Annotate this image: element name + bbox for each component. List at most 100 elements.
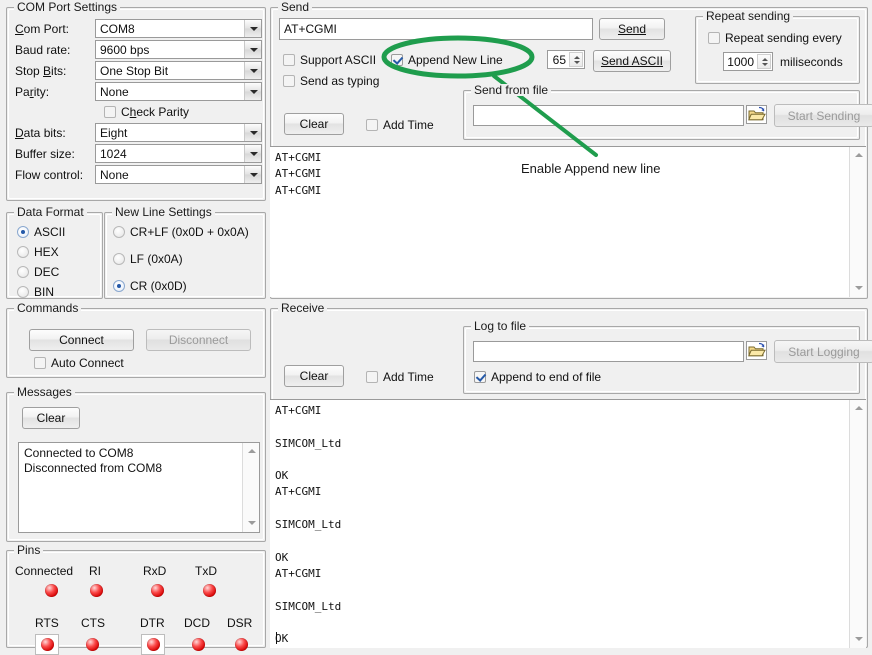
com-port-combo[interactable]: COM8 (95, 19, 262, 38)
disconnect-button[interactable]: Disconnect (146, 329, 251, 351)
log-file-path-input[interactable] (473, 341, 744, 362)
pin-led-dtr (147, 638, 160, 651)
data-format-title: Data Format (14, 206, 87, 218)
receive-title: Receive (278, 302, 327, 314)
scroll-down-icon[interactable] (243, 515, 260, 532)
ascii-count-spinner[interactable]: 65 (547, 50, 585, 69)
send-clear-button[interactable]: Clear (284, 113, 344, 135)
repeat-sending-title: Repeat sending (703, 10, 793, 22)
pin-led-dsr (235, 638, 248, 651)
chevron-down-icon[interactable] (244, 41, 261, 58)
com-port-settings-group: COM Port Settings Com Port: COM8 Baud ra… (6, 7, 266, 201)
checkbox-box (708, 32, 720, 44)
pin-led-cts (86, 638, 99, 651)
append-end-of-file-label: Append to end of file (491, 370, 601, 384)
scroll-up-icon[interactable] (850, 147, 866, 164)
flow-control-combo[interactable]: None (95, 165, 262, 184)
send-title: Send (278, 1, 312, 13)
chevron-down-icon[interactable] (244, 62, 261, 79)
start-logging-button[interactable]: Start Logging (774, 340, 872, 363)
spinner-arrows[interactable] (757, 54, 771, 69)
label-stop-bits: Stop Bits: (15, 64, 66, 78)
radio-label: ASCII (34, 225, 65, 239)
data-bits-combo[interactable]: Eight (95, 123, 262, 142)
support-ascii-label: Support ASCII (300, 53, 376, 67)
messages-log[interactable]: Connected to COM8 Disconnected from COM8 (18, 442, 260, 533)
buffer-size-value: 1024 (100, 147, 127, 161)
radio-label: LF (0x0A) (130, 252, 183, 266)
connect-button[interactable]: Connect (29, 329, 134, 351)
radio-dot (113, 280, 125, 292)
scroll-up-icon[interactable] (243, 443, 260, 460)
flow-control-value: None (100, 168, 129, 182)
checkbox-box (391, 54, 403, 66)
checkbox-box (34, 357, 46, 369)
pin-label-dcd: DCD (184, 616, 210, 630)
start-sending-label: Start Sending (788, 109, 861, 123)
send-input[interactable]: AT+CGMI (279, 18, 593, 40)
pin-label-dsr: DSR (227, 616, 252, 630)
pin-label-rxd: RxD (143, 564, 166, 578)
radio-dot (17, 226, 29, 238)
send-file-path-input[interactable] (473, 105, 744, 126)
messages-clear-button[interactable]: Clear (22, 407, 80, 429)
send-button-label: Send (618, 22, 646, 36)
radio-label: HEX (34, 245, 59, 259)
baud-rate-value: 9600 bps (100, 43, 149, 57)
pin-label-connected: Connected (15, 564, 73, 578)
send-from-file-group: Send from file Start Send (463, 90, 860, 140)
new-line-settings-group: New Line Settings CR+LF (0x0D + 0x0A) LF… (104, 212, 266, 299)
receive-log[interactable]: AT+CGMI SIMCOM_Ltd OK AT+CGMI SIMCOM_Ltd… (270, 399, 866, 648)
messages-scrollbar[interactable] (242, 443, 259, 532)
folder-open-icon (747, 106, 766, 123)
send-button[interactable]: Send (599, 18, 665, 40)
repeat-sending-label: Repeat sending every (725, 31, 842, 45)
chevron-down-icon[interactable] (244, 83, 261, 100)
pin-label-ri: RI (89, 564, 101, 578)
start-logging-label: Start Logging (788, 345, 859, 359)
label-baud-rate: Baud rate: (15, 43, 70, 57)
send-log-scrollbar[interactable] (849, 147, 866, 297)
checkbox-box (474, 371, 486, 383)
pin-label-rts: RTS (35, 616, 59, 630)
repeat-unit-label: miliseconds (780, 55, 843, 69)
messages-clear-label: Clear (37, 411, 66, 425)
pin-led-connected (45, 584, 58, 597)
app-window: COM Port Settings Com Port: COM8 Baud ra… (0, 0, 872, 646)
label-buffer-size: Buffer size: (15, 147, 75, 161)
scroll-down-icon[interactable] (850, 631, 866, 648)
label-parity: Parity: (15, 85, 49, 99)
chevron-down-icon[interactable] (244, 166, 261, 183)
folder-open-icon (747, 342, 766, 359)
baud-rate-combo[interactable]: 9600 bps (95, 40, 262, 59)
chevron-down-icon[interactable] (244, 20, 261, 37)
chevron-down-icon[interactable] (244, 145, 261, 162)
repeat-interval-value: 1000 (727, 55, 754, 69)
scroll-down-icon[interactable] (850, 280, 866, 297)
parity-combo[interactable]: None (95, 82, 262, 101)
receive-clear-button[interactable]: Clear (284, 365, 344, 387)
browse-log-file-button[interactable] (746, 341, 767, 360)
data-format-group: Data Format ASCII HEX DEC BIN (6, 212, 103, 299)
label-flow-control: Flow control: (15, 168, 83, 182)
receive-log-text: AT+CGMI SIMCOM_Ltd OK AT+CGMI SIMCOM_Ltd… (275, 403, 846, 648)
stop-bits-combo[interactable]: One Stop Bit (95, 61, 262, 80)
send-from-file-title: Send from file (471, 84, 551, 96)
repeat-interval-spinner[interactable]: 1000 (723, 52, 773, 71)
append-new-line-label: Append New Line (408, 53, 503, 67)
radio-dot (113, 226, 125, 238)
pins-group: Pins Connected RI RxD TxD RTS CTS DTR DC… (6, 550, 266, 648)
start-sending-button[interactable]: Start Sending (774, 104, 872, 127)
buffer-size-combo[interactable]: 1024 (95, 144, 262, 163)
scroll-up-icon[interactable] (850, 400, 866, 417)
messages-group: Messages Clear Connected to COM8 Disconn… (6, 392, 266, 542)
receive-log-scrollbar[interactable] (849, 400, 866, 648)
send-input-value: AT+CGMI (284, 22, 337, 36)
radio-label: BIN (34, 285, 54, 299)
send-ascii-button[interactable]: Send ASCII (593, 50, 671, 72)
spinner-arrows[interactable] (569, 52, 583, 67)
chevron-down-icon[interactable] (244, 124, 261, 141)
checkbox-box (283, 54, 295, 66)
radio-dot (17, 246, 29, 258)
browse-send-file-button[interactable] (746, 105, 767, 124)
